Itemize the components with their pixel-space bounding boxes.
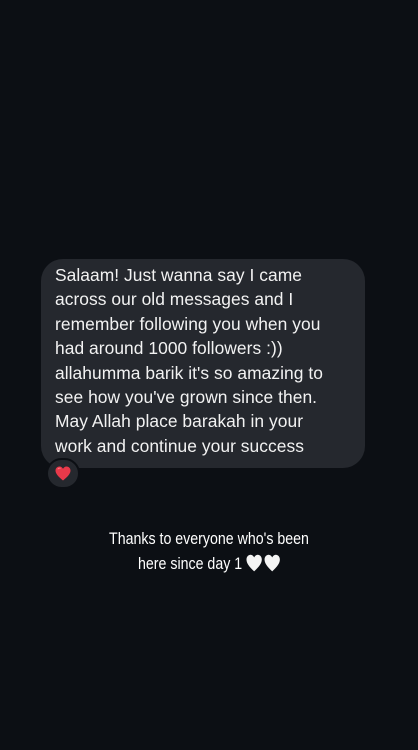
white-hearts xyxy=(246,554,280,572)
story-screen: Salaam! Just wanna say I came across our… xyxy=(0,0,418,750)
message-bubble[interactable]: Salaam! Just wanna say I came across our… xyxy=(41,259,365,468)
red-heart-icon xyxy=(55,466,71,481)
story-caption: Thanks to everyone who's been here since… xyxy=(29,527,388,577)
white-heart-icon xyxy=(246,554,262,572)
caption-line-1: Thanks to everyone who's been xyxy=(109,530,309,548)
white-heart-icon xyxy=(264,554,280,572)
message-reaction[interactable] xyxy=(46,458,80,489)
message-text: Salaam! Just wanna say I came across our… xyxy=(55,265,323,456)
caption-line-2: here since day 1 xyxy=(138,555,243,573)
caption-line-2-wrapper: here since day 1 xyxy=(29,552,388,577)
